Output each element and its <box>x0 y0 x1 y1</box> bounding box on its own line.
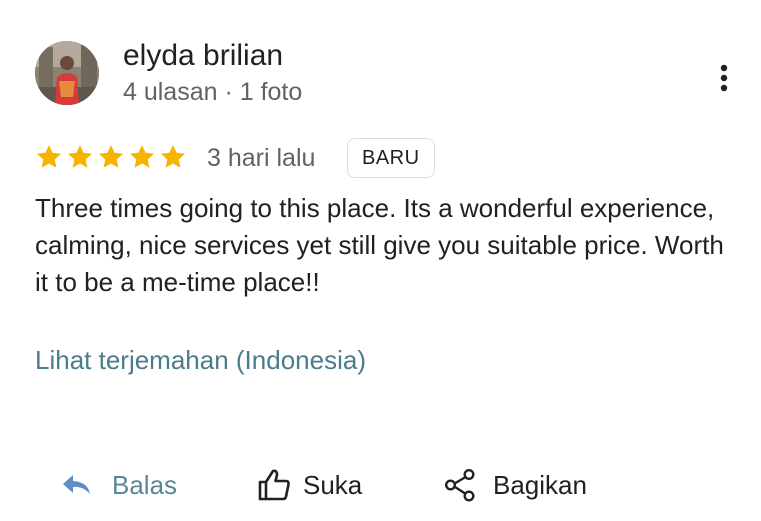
star-icon <box>67 145 93 168</box>
thumb-up-icon <box>255 466 293 504</box>
review-text: Three times going to this place. Its a w… <box>35 193 724 297</box>
like-label: Suka <box>303 470 363 500</box>
share-button[interactable]: Bagikan <box>441 462 587 508</box>
review-time: 3 hari lalu <box>207 144 316 172</box>
star-rating <box>35 143 187 171</box>
star-icon <box>98 145 124 168</box>
star-icon <box>160 145 186 168</box>
more-options-button[interactable] <box>706 58 742 98</box>
author-meta: 4 ulasan · 1 foto <box>123 78 303 106</box>
translate-link[interactable]: Lihat terjemahan (Indonesia) <box>35 342 366 378</box>
star-icon <box>36 145 62 168</box>
reply-icon <box>58 466 96 504</box>
avatar[interactable] <box>35 41 99 105</box>
avatar-photo <box>35 41 99 105</box>
author-name[interactable]: elyda brilian <box>123 38 283 74</box>
reply-button[interactable]: Balas <box>58 462 177 508</box>
more-vert-icon <box>720 64 728 92</box>
like-button[interactable]: Suka <box>255 462 362 508</box>
new-badge: BARU <box>347 138 435 178</box>
share-icon <box>441 466 479 504</box>
share-label: Bagikan <box>493 470 587 500</box>
star-icon <box>129 145 155 168</box>
reply-label: Balas <box>112 470 178 500</box>
